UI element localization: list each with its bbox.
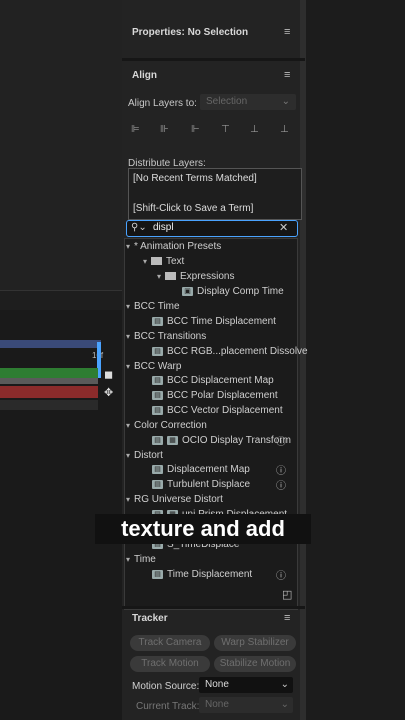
expand-icon: ▾ (126, 451, 131, 460)
layer-bar-green[interactable] (0, 368, 98, 378)
motion-source-value: None (205, 679, 229, 690)
align-top-icon[interactable]: ⊤ (221, 124, 233, 136)
recent-terms-item[interactable]: [No Recent Terms Matched] (133, 173, 257, 184)
info-icon[interactable]: ⓘ (276, 462, 286, 477)
list-item[interactable]: ▤ BCC RGB...placement Dissolve (152, 344, 308, 359)
list-category[interactable]: ▾ Color Correction (126, 418, 207, 433)
list-folder[interactable]: ▾ Text (143, 254, 184, 269)
effects-search-field[interactable]: ⚲⌄ displ ✕ (126, 220, 298, 237)
tracker-title: Tracker (132, 613, 168, 624)
current-track-label: Current Track: (136, 701, 200, 712)
list-category[interactable]: ▾ Time (126, 552, 156, 567)
properties-title: Properties: No Selection (132, 27, 249, 38)
list-category[interactable]: ▾ RG Universe Distort (126, 492, 223, 507)
effect-icon: ▤ (152, 569, 163, 579)
expand-icon: ▾ (126, 555, 131, 564)
track-camera-button[interactable]: Track Camera (130, 635, 210, 651)
expand-icon: ▾ (143, 257, 148, 266)
list-category[interactable]: ▾ BCC Time (126, 299, 180, 314)
effect-icon: ▤ (152, 390, 163, 400)
recent-terms-dropdown: [No Recent Terms Matched] [Shift-Click t… (128, 168, 302, 220)
list-item[interactable]: ▣ Display Comp Time (182, 284, 284, 299)
list-item[interactable]: ▤ BCC Vector Displacement (152, 403, 283, 418)
list-item[interactable]: ▤ BCC Displacement Map (152, 373, 274, 388)
motion-source-label: Motion Source: (132, 681, 200, 692)
list-category[interactable]: ▾ Distort (126, 448, 163, 463)
expand-icon: ▾ (126, 332, 131, 341)
panel-divider (122, 606, 305, 609)
expand-icon: ▾ (126, 302, 131, 311)
video-caption: texture and add (95, 514, 311, 544)
gpu-icon: ▦ (167, 435, 178, 445)
list-item[interactable]: ▤ BCC Time Displacement (152, 314, 276, 329)
effect-icon: ▤ (152, 479, 163, 489)
effect-icon: ▤ (152, 346, 163, 356)
align-target-value: Selection (206, 96, 248, 107)
list-category[interactable]: ▾ * Animation Presets (126, 239, 221, 254)
list-item[interactable]: ▤ Turbulent Displace (152, 477, 250, 492)
list-item[interactable]: ▤ Time Displacement (152, 567, 252, 582)
search-input[interactable]: displ (153, 222, 174, 233)
effect-icon: ▤ (152, 316, 163, 326)
hand-cursor-icon: ✥ (104, 387, 114, 399)
effect-icon: ▤ (152, 405, 163, 415)
list-item[interactable]: ▤ ▦ OCIO Display Transform (152, 433, 292, 448)
preset-icon: ▣ (182, 286, 193, 296)
keyframe-icon[interactable]: ◼ (104, 368, 116, 381)
chevron-down-icon: ⌄ (280, 699, 289, 710)
align-right-icon[interactable]: ⊩ (191, 124, 203, 136)
current-track-select[interactable]: None ⌄ (199, 697, 293, 713)
list-item[interactable]: ▤ BCC Polar Displacement (152, 388, 278, 403)
track-motion-button[interactable]: Track Motion (130, 656, 210, 672)
align-menu-icon[interactable]: ≡ (284, 69, 290, 81)
warp-stabilizer-button[interactable]: Warp Stabilizer (214, 635, 296, 651)
align-title: Align (132, 70, 157, 81)
tracker-menu-icon[interactable]: ≡ (284, 612, 290, 624)
expand-icon: ▾ (126, 242, 131, 251)
list-item[interactable]: ▤ Displacement Map (152, 462, 250, 477)
effect-icon: ▤ (152, 464, 163, 474)
expand-icon: ▾ (157, 272, 162, 281)
search-icon: ⚲⌄ (131, 222, 147, 233)
chevron-down-icon: ⌄ (280, 679, 289, 690)
align-left-icon[interactable]: ⊫ (131, 124, 143, 136)
expand-icon: ▾ (126, 362, 131, 371)
list-category[interactable]: ▾ BCC Warp (126, 359, 181, 374)
stabilize-motion-button[interactable]: Stabilize Motion (214, 656, 296, 672)
layer-bar-red[interactable] (0, 386, 98, 398)
timeline-ruler[interactable] (0, 340, 101, 348)
folder-icon (151, 257, 162, 266)
info-icon[interactable]: ⓘ (276, 477, 286, 492)
info-icon[interactable]: ⓘ (276, 567, 286, 582)
new-bin-icon[interactable]: ◰ (282, 588, 292, 601)
current-track-value: None (205, 699, 229, 710)
effect-icon: ▤ (152, 375, 163, 385)
panel-divider (122, 58, 305, 61)
effect-icon: ▤ (152, 435, 163, 445)
motion-source-select[interactable]: None ⌄ (199, 677, 293, 693)
expand-icon: ▾ (126, 495, 131, 504)
info-icon[interactable]: ⓘ (276, 433, 286, 448)
folder-icon (165, 272, 176, 281)
layer-bar-gray[interactable] (0, 378, 98, 384)
align-layers-label: Align Layers to: (128, 98, 197, 109)
properties-menu-icon[interactable]: ≡ (284, 26, 290, 38)
align-bottom-icon[interactable]: ⊥ (280, 124, 292, 136)
align-vcenter-icon[interactable]: ⊥ (250, 124, 262, 136)
expand-icon: ▾ (126, 421, 131, 430)
list-category[interactable]: ▾ BCC Transitions (126, 329, 206, 344)
align-target-select[interactable]: Selection ⌄ (200, 94, 296, 110)
layer-bar-dark[interactable] (0, 400, 98, 410)
chevron-down-icon: ⌄ (281, 96, 290, 107)
list-folder[interactable]: ▾ Expressions (157, 269, 234, 284)
save-term-hint[interactable]: [Shift-Click to Save a Term] (133, 203, 253, 214)
right-margin (306, 0, 405, 720)
align-hcenter-icon[interactable]: ⊪ (160, 124, 172, 136)
composition-viewer[interactable] (0, 0, 122, 291)
clear-search-icon[interactable]: ✕ (279, 221, 288, 234)
